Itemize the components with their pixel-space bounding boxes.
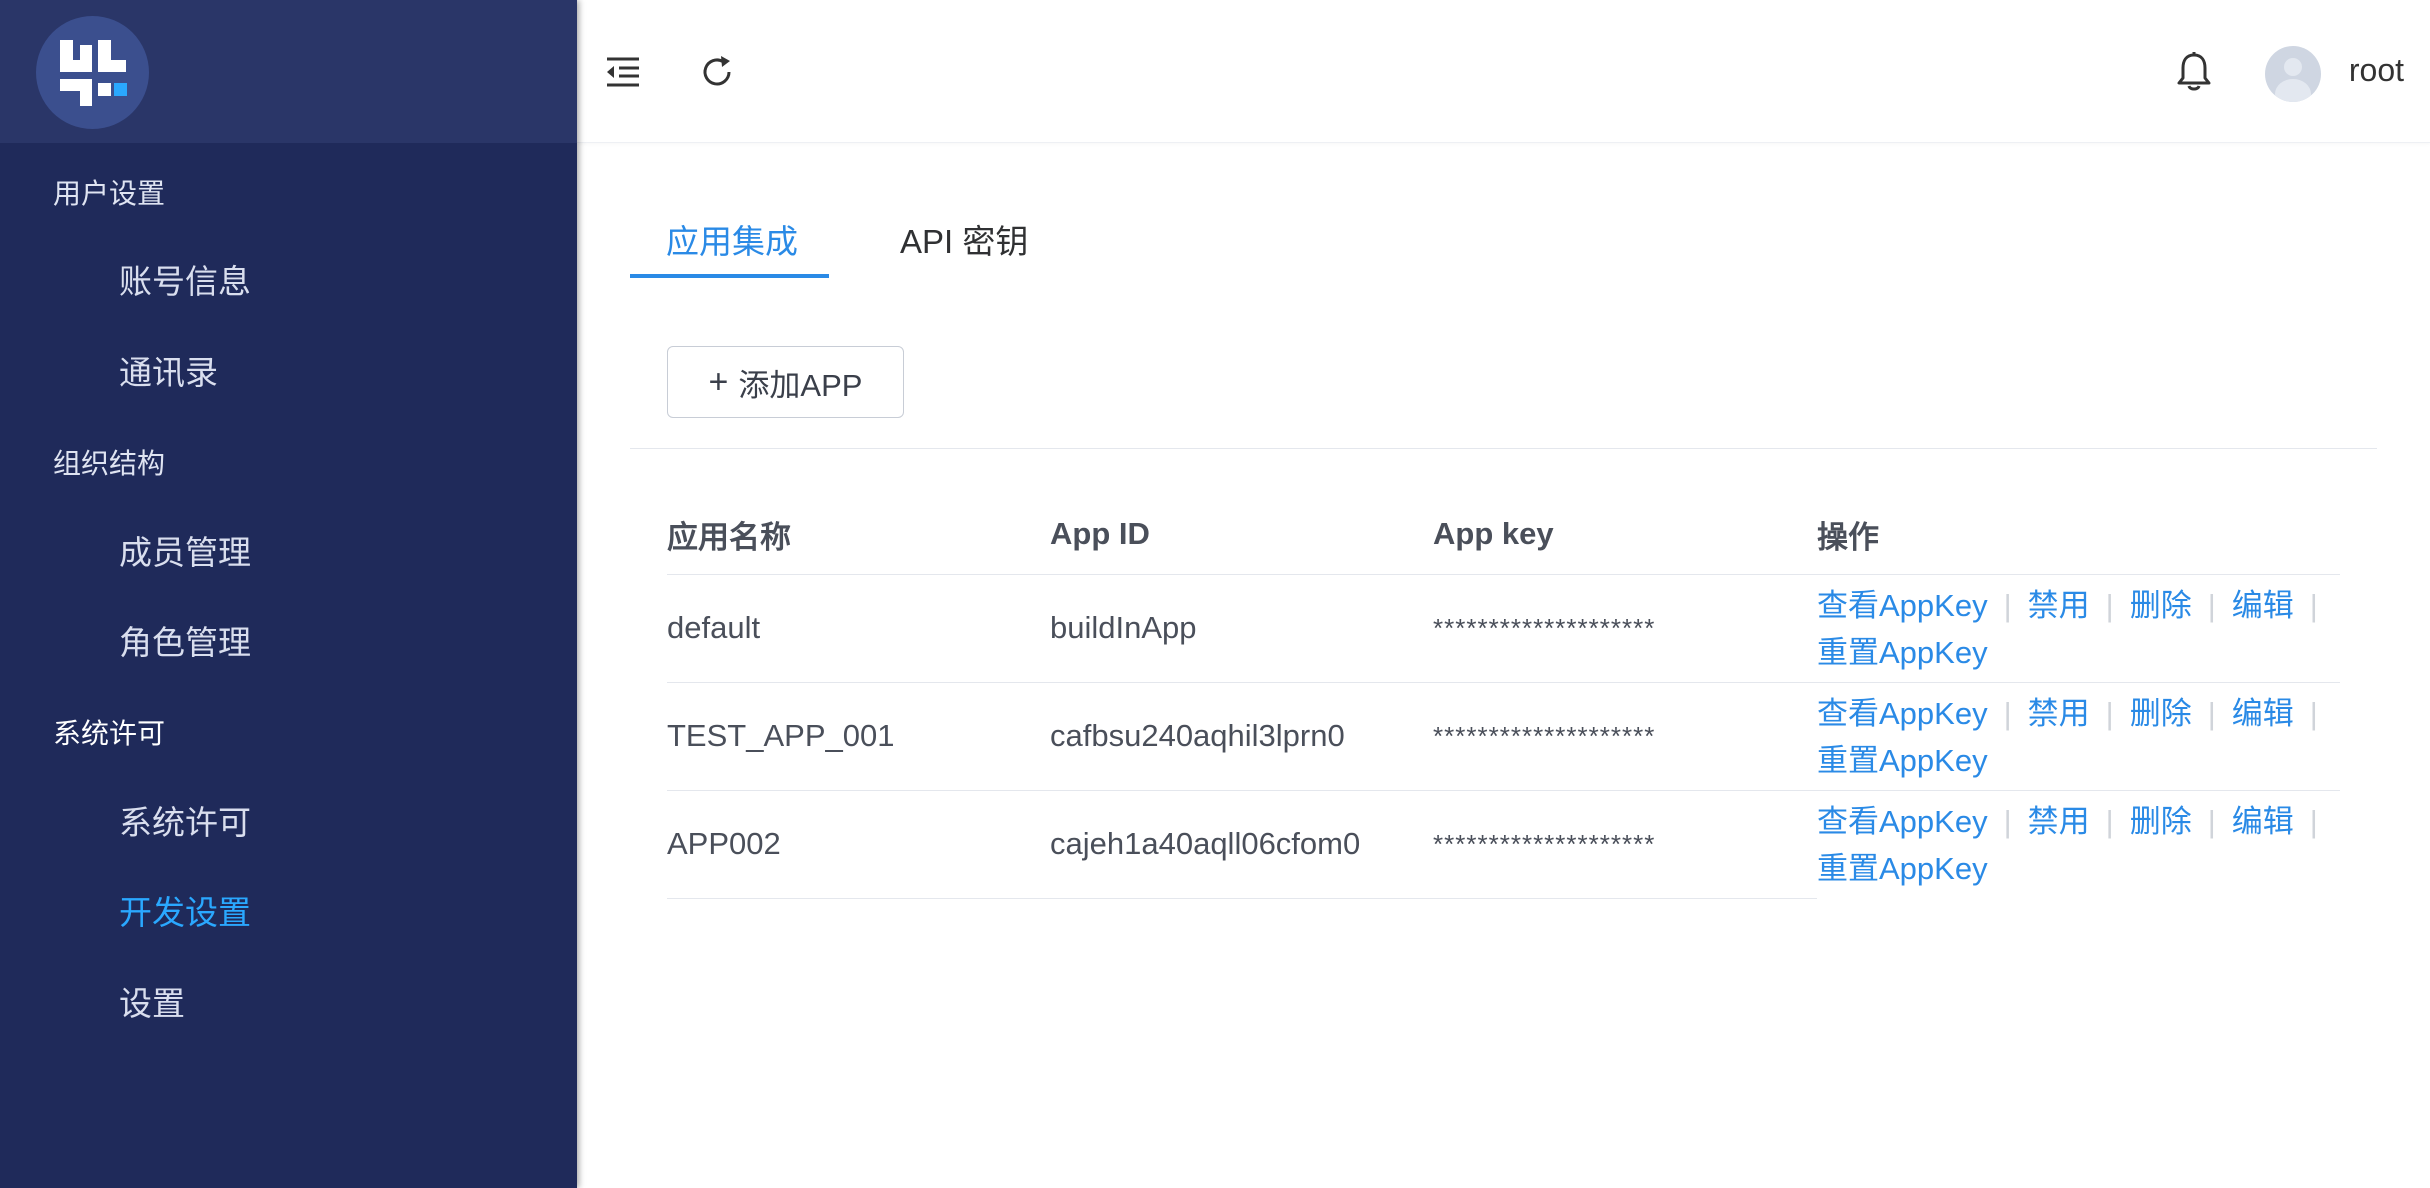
edit-link[interactable]: 编辑 [2232, 696, 2294, 731]
cell-app-name: default [667, 574, 1050, 683]
action-separator: | [2207, 696, 2216, 731]
action-separator: | [2309, 588, 2318, 623]
action-separator: | [2003, 588, 2012, 623]
action-separator: | [2003, 696, 2012, 731]
avatar-head [2284, 58, 2302, 76]
sidebar-item-account-info[interactable]: 账号信息 [119, 255, 251, 303]
sidebar: 用户设置 账号信息 通讯录 组织结构 成员管理 角色管理 系统许可 系统许可 开… [0, 0, 577, 1188]
action-separator: | [2207, 804, 2216, 840]
sidebar-group-user-settings: 用户设置 [53, 178, 166, 209]
column-header-app-key: App key [1433, 495, 1817, 575]
cell-actions: 查看AppKey | 禁用 | 删除 | 编辑 | 重置AppKey [1817, 682, 2340, 791]
edit-link[interactable]: 编辑 [2232, 804, 2294, 839]
table-row: default buildInApp ******************** … [667, 574, 2340, 683]
delete-link[interactable]: 删除 [2130, 804, 2192, 839]
username[interactable]: root [2349, 52, 2404, 89]
reset-appkey-link[interactable]: 重置AppKey [1817, 635, 1988, 670]
section-divider [630, 448, 2377, 449]
sidebar-logo-area [0, 0, 577, 143]
cell-app-key: ******************** [1433, 682, 1817, 791]
delete-link[interactable]: 删除 [2130, 696, 2192, 731]
cell-app-key: ******************** [1433, 790, 1817, 899]
delete-link[interactable]: 删除 [2130, 588, 2192, 623]
disable-link[interactable]: 禁用 [2028, 804, 2090, 839]
tab-app-integration[interactable]: 应用集成 [666, 215, 798, 263]
action-separator: | [2309, 804, 2318, 840]
table-row: TEST_APP_001 cafbsu240aqhil3lprn0 ******… [667, 682, 2340, 791]
sidebar-group-system-license: 系统许可 [53, 718, 166, 749]
sidebar-group-organization: 组织结构 [53, 448, 166, 479]
sidebar-item-settings[interactable]: 设置 [119, 977, 185, 1025]
sidebar-item-contacts[interactable]: 通讯录 [119, 346, 218, 394]
action-separator: | [2105, 804, 2114, 840]
view-appkey-link[interactable]: 查看AppKey [1817, 696, 1988, 731]
tab-api-key[interactable]: API 密钥 [900, 215, 1028, 263]
add-app-label: 添加APP [738, 367, 863, 403]
cell-app-id: cafbsu240aqhil3lprn0 [1050, 682, 1433, 791]
menu-collapse-icon[interactable] [605, 56, 641, 93]
view-appkey-link[interactable]: 查看AppKey [1817, 588, 1988, 623]
disable-link[interactable]: 禁用 [2028, 696, 2090, 731]
cell-app-key: ******************** [1433, 574, 1817, 683]
tabs: 应用集成 API 密钥 [630, 215, 2377, 283]
sidebar-item-system-license[interactable]: 系统许可 [119, 796, 251, 844]
main-content: 应用集成 API 密钥 + 添加APP 应用名称 App ID App key … [577, 143, 2430, 1188]
disable-link[interactable]: 禁用 [2028, 588, 2090, 623]
reset-appkey-link[interactable]: 重置AppKey [1817, 851, 1988, 886]
app-root: 用户设置 账号信息 通讯录 组织结构 成员管理 角色管理 系统许可 系统许可 开… [0, 0, 2430, 1188]
cell-actions: 查看AppKey | 禁用 | 删除 | 编辑 | 重置AppKey [1817, 790, 2340, 898]
column-header-app-name: 应用名称 [667, 495, 1050, 575]
add-app-button[interactable]: + 添加APP [667, 346, 904, 418]
avatar[interactable] [2265, 46, 2321, 102]
action-separator: | [2207, 588, 2216, 623]
sidebar-item-member-management[interactable]: 成员管理 [119, 526, 251, 574]
sidebar-item-role-management[interactable]: 角色管理 [119, 616, 251, 664]
column-header-app-id: App ID [1050, 495, 1433, 575]
reset-appkey-link[interactable]: 重置AppKey [1817, 743, 1988, 778]
cell-app-name: APP002 [667, 790, 1050, 899]
cell-app-name: TEST_APP_001 [667, 682, 1050, 791]
sidebar-item-dev-settings[interactable]: 开发设置 [119, 886, 251, 934]
table-header-row: 应用名称 App ID App key 操作 [667, 495, 2340, 575]
logo[interactable] [36, 16, 149, 129]
actions-group: 查看AppKey | 禁用 | 删除 | 编辑 | 重置AppKey [1817, 580, 2340, 676]
cell-actions: 查看AppKey | 禁用 | 删除 | 编辑 | 重置AppKey [1817, 574, 2340, 683]
action-separator: | [2003, 804, 2012, 840]
top-header: root [577, 0, 2430, 143]
bell-icon[interactable] [2175, 51, 2213, 98]
active-tab-underline [630, 274, 829, 278]
actions-group: 查看AppKey | 禁用 | 删除 | 编辑 | 重置AppKey [1817, 796, 2340, 892]
view-appkey-link[interactable]: 查看AppKey [1817, 804, 1988, 839]
table-row: APP002 cajeh1a40aqll06cfom0 ************… [667, 790, 2340, 899]
logo-icon [60, 40, 127, 106]
column-header-actions: 操作 [1817, 495, 2340, 575]
avatar-body [2275, 79, 2311, 102]
apps-table: 应用名称 App ID App key 操作 default buildInAp… [667, 495, 2340, 899]
plus-icon: + [708, 363, 729, 401]
edit-link[interactable]: 编辑 [2232, 588, 2294, 623]
action-separator: | [2309, 696, 2318, 731]
refresh-icon[interactable] [699, 54, 735, 95]
actions-group: 查看AppKey | 禁用 | 删除 | 编辑 | 重置AppKey [1817, 688, 2340, 784]
action-separator: | [2105, 696, 2114, 731]
action-separator: | [2105, 588, 2114, 623]
cell-app-id: buildInApp [1050, 574, 1433, 683]
cell-app-id: cajeh1a40aqll06cfom0 [1050, 790, 1433, 899]
